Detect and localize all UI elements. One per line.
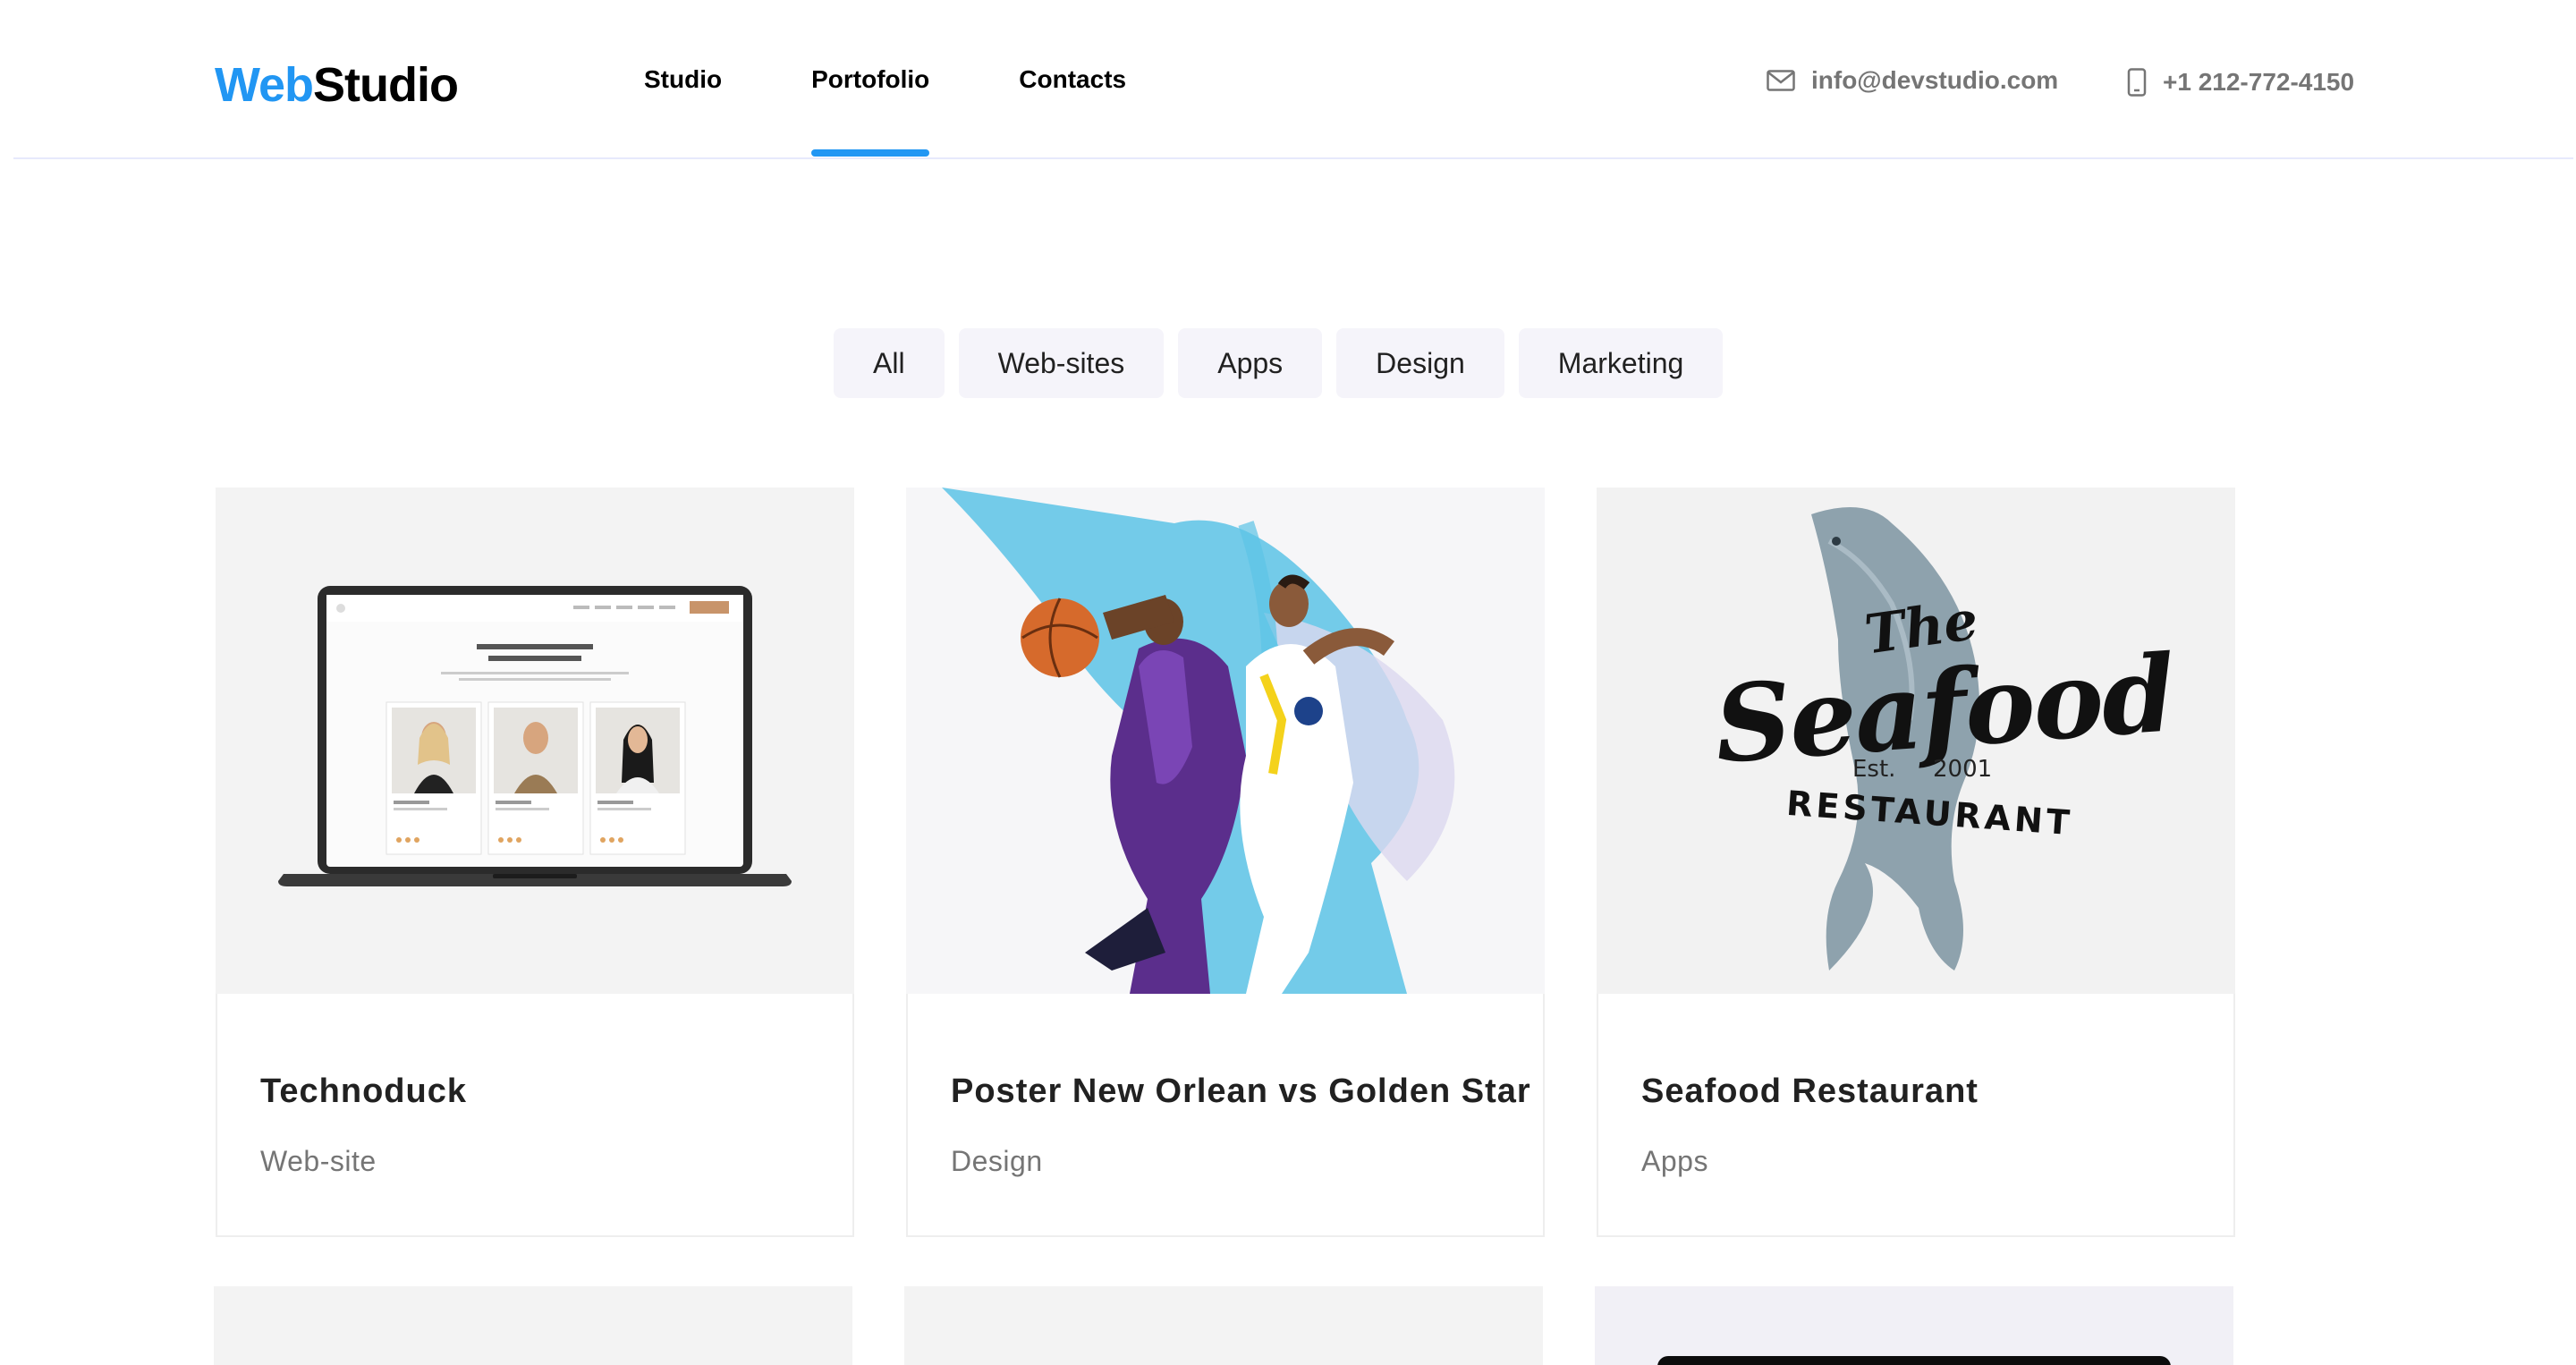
main-nav: Studio Portofolio Contacts — [644, 0, 1216, 159]
filter-design[interactable]: Design — [1336, 328, 1504, 398]
filter-all[interactable]: All — [834, 328, 945, 398]
phone-text: +1 212-772-4150 — [2163, 68, 2355, 96]
logo-studio: Studio — [313, 58, 459, 112]
card-category: Web-site — [260, 1145, 377, 1177]
phone-link[interactable]: +1 212-772-4150 — [2127, 68, 2354, 97]
card-image-poster — [906, 488, 1545, 994]
filter-marketing[interactable]: Marketing — [1518, 328, 1724, 398]
phone-icon — [2127, 68, 2147, 97]
card-image-laptop — [216, 488, 854, 994]
logo-est: Est. — [1852, 756, 1896, 783]
card-image-partial — [1595, 1286, 2233, 1365]
logo-web: Web — [215, 58, 314, 112]
card-title[interactable]: Technoduck — [260, 1072, 852, 1111]
card-image-partial — [904, 1286, 1543, 1365]
card-info: Seafood Restaurant Apps — [1598, 994, 2233, 1235]
portfolio-card[interactable]: Poster New Orlean vs Golden Star Design — [906, 488, 1545, 1237]
nav-item-studio[interactable]: Studio — [644, 0, 722, 159]
card-info: Technoduck Web-site — [217, 994, 852, 1235]
header-divider — [13, 157, 2573, 159]
mail-icon — [1767, 70, 1795, 91]
portfolio-filters: All Web-sites Apps Design Marketing — [834, 328, 1724, 398]
partial-image-3 — [1595, 1286, 2233, 1365]
laptop-mockup-image — [216, 488, 854, 994]
basketball-poster-image — [906, 488, 1545, 994]
email-text: info@devstudio.com — [1811, 66, 2059, 94]
card-title[interactable]: Seafood Restaurant — [1641, 1072, 2233, 1111]
site-header: WebStudio Studio Portofolio Contacts inf… — [0, 0, 2576, 159]
logo-year: 2001 — [1933, 756, 1993, 783]
portfolio-card-partial[interactable] — [904, 1286, 1545, 1365]
partial-image-2 — [904, 1286, 1543, 1365]
portfolio-card-partial[interactable] — [214, 1286, 854, 1365]
card-title[interactable]: Poster New Orlean vs Golden Star — [951, 1072, 1543, 1111]
card-image-partial — [214, 1286, 852, 1365]
seafood-logo-text: The Seafood Est. 2001 RESTAURANT — [1597, 488, 2235, 994]
portfolio-card[interactable]: The Seafood Est. 2001 RESTAURANT Seafood… — [1597, 488, 2235, 1237]
nav-item-contacts[interactable]: Contacts — [1019, 0, 1126, 159]
partial-image-1 — [214, 1286, 852, 1365]
card-category: Design — [951, 1145, 1043, 1177]
card-image-seafood: The Seafood Est. 2001 RESTAURANT — [1597, 488, 2235, 994]
portfolio-card-partial[interactable] — [1595, 1286, 2235, 1365]
logo-restaurant: RESTAURANT — [1784, 783, 2075, 844]
filter-apps[interactable]: Apps — [1178, 328, 1323, 398]
filter-web-sites[interactable]: Web-sites — [958, 328, 1165, 398]
logo[interactable]: WebStudio — [215, 55, 459, 114]
portfolio-card[interactable]: Technoduck Web-site — [216, 488, 854, 1237]
card-category: Apps — [1641, 1145, 1708, 1177]
email-link[interactable]: info@devstudio.com — [1767, 66, 2058, 95]
card-info: Poster New Orlean vs Golden Star Design — [908, 994, 1543, 1235]
nav-item-portfolio[interactable]: Portofolio — [811, 0, 930, 159]
